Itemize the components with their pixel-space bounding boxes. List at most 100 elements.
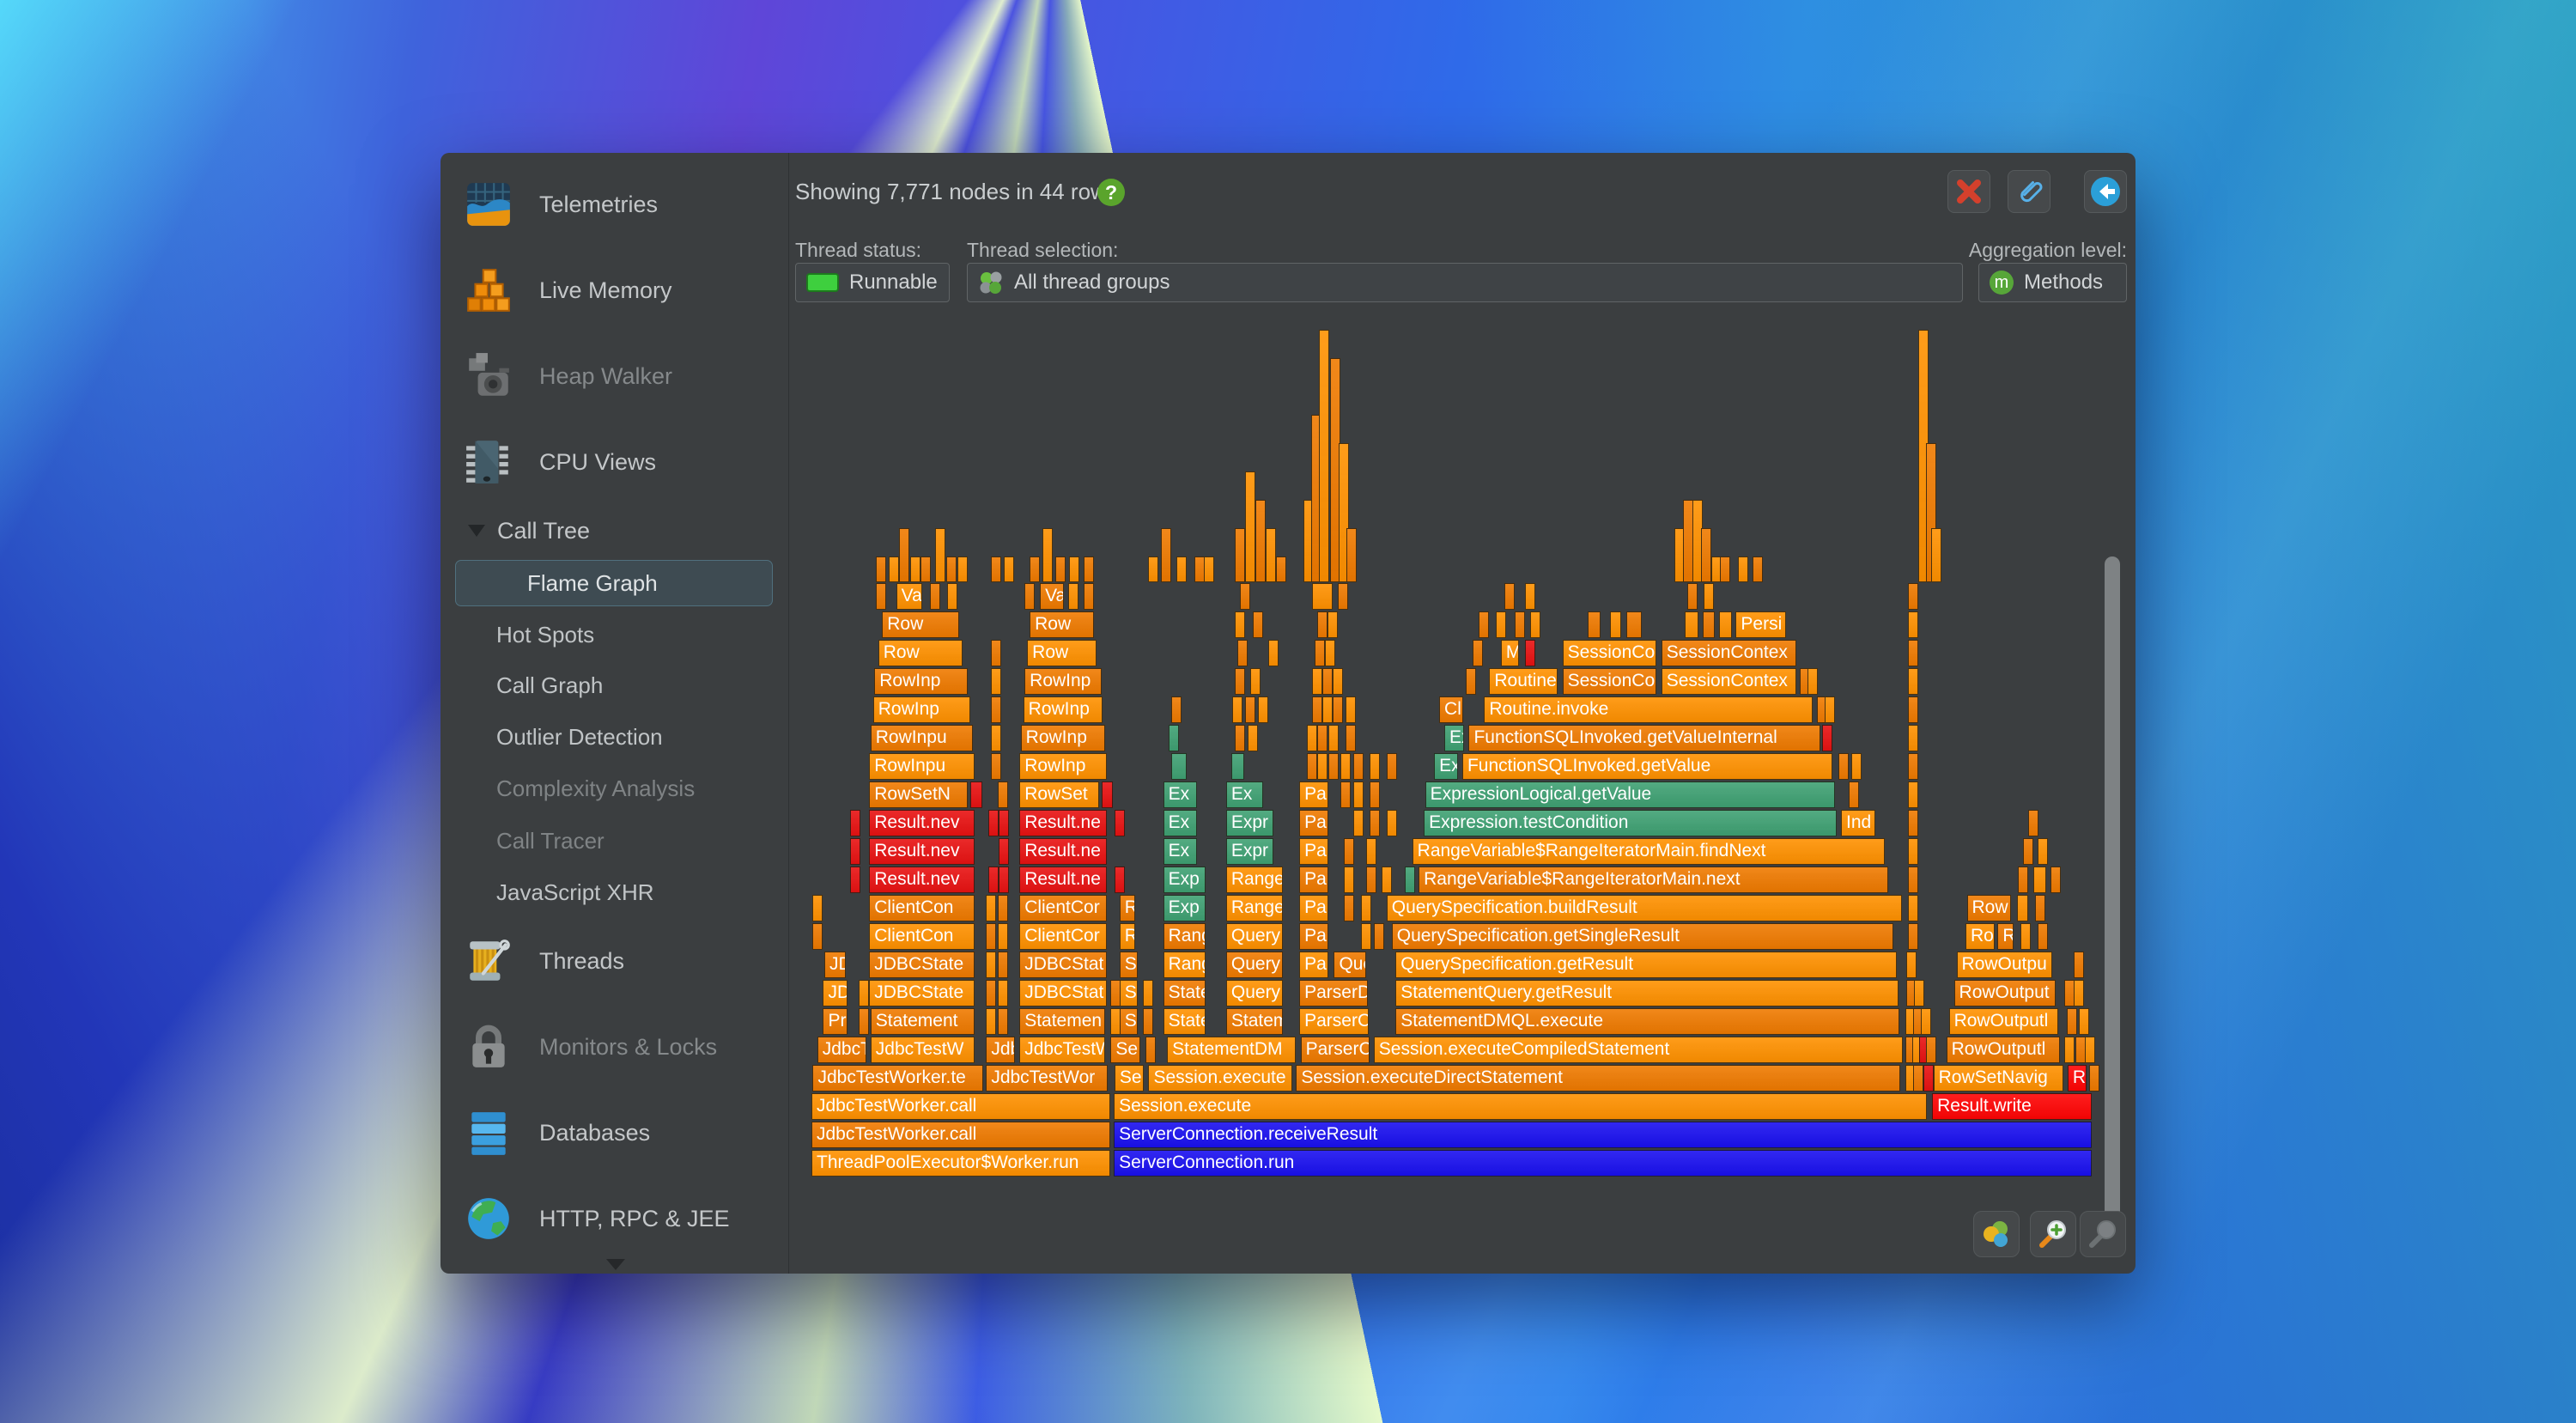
sidebar-subitem-call-tracer[interactable]: Call Tracer	[496, 824, 771, 858]
flame-node[interactable]: Routine	[1489, 668, 1557, 695]
flame-node[interactable]: RowOutputl	[1949, 1008, 2059, 1035]
flame-node[interactable]: Cl	[1439, 696, 1463, 723]
flame-node[interactable]: Ex	[1163, 810, 1198, 836]
flame-node[interactable]: ParserCo	[1299, 1008, 1369, 1035]
flame-node[interactable]: Ex	[1163, 838, 1198, 865]
flame-node[interactable]: JD	[824, 952, 846, 978]
flame-node[interactable]: ExpressionLogical.getValue	[1425, 781, 1835, 808]
flame-node[interactable]: Staten	[1163, 1008, 1206, 1035]
flame-node[interactable]: Expr	[1226, 838, 1273, 865]
flame-node[interactable]: SessionCo	[1563, 668, 1656, 695]
sidebar-item-databases[interactable]: Databases	[440, 1105, 788, 1160]
flame-node[interactable]: JDBCState	[869, 980, 975, 1006]
flame-node[interactable]: ClientCor	[1019, 923, 1107, 950]
flame-node[interactable]: RowSet	[1019, 781, 1099, 808]
flame-node[interactable]: RowInpu	[871, 725, 974, 751]
flame-node[interactable]: Result.nev	[869, 867, 975, 893]
flame-node[interactable]: ParserCo	[1301, 1037, 1370, 1063]
flame-node[interactable]: RowInp	[874, 668, 968, 695]
flame-node[interactable]: StatementDM	[1167, 1037, 1296, 1063]
flame-node[interactable]: Row	[1030, 611, 1094, 638]
flame-node[interactable]: RowInpu	[869, 753, 975, 780]
expander-icon[interactable]	[468, 525, 485, 537]
flame-node[interactable]: Pa	[1299, 867, 1328, 893]
sidebar-item-call-tree[interactable]: Call Tree	[440, 514, 788, 548]
flame-node[interactable]: Que	[1334, 952, 1365, 978]
flame-node[interactable]: Row	[1967, 895, 2012, 921]
flame-node[interactable]: Pa	[1299, 923, 1328, 950]
flame-node[interactable]: RowInp	[1024, 668, 1102, 695]
flame-node[interactable]: Row	[1027, 640, 1097, 666]
flame-node[interactable]: St	[1120, 1008, 1139, 1035]
flame-node[interactable]: Pa	[1299, 895, 1328, 921]
flame-node[interactable]: JdbcTestWorker.te	[812, 1065, 982, 1092]
flame-node[interactable]: Pr	[823, 1008, 847, 1035]
flame-node[interactable]: Exp	[1434, 753, 1458, 780]
flame-node[interactable]: SessionContex	[1662, 668, 1797, 695]
flame-node[interactable]: RowInp	[873, 696, 971, 723]
flame-node[interactable]: JD	[823, 980, 847, 1006]
flame-node[interactable]: ClientCon	[869, 895, 975, 921]
flame-node[interactable]: ParserD	[1299, 980, 1368, 1006]
flame-node[interactable]: Session.execute	[1148, 1065, 1291, 1092]
sidebar-subitem-complexity-analysis[interactable]: Complexity Analysis	[496, 771, 771, 806]
colorize-button[interactable]	[1973, 1211, 2020, 1257]
flame-node[interactable]: Result.nev	[869, 810, 975, 836]
flame-node[interactable]: RangeVariable$RangeIteratorMain.findNext	[1413, 838, 1885, 865]
flame-node[interactable]: Persi	[1735, 611, 1785, 638]
flame-node[interactable]: JDBCStat	[1019, 952, 1107, 978]
flame-node[interactable]: ServerConnection.receiveResult	[1114, 1122, 2092, 1148]
flame-node[interactable]: Se	[1115, 1065, 1144, 1092]
flame-node[interactable]: Pa	[1299, 781, 1328, 808]
flame-node[interactable]: ServerConnection.run	[1114, 1150, 2092, 1177]
zoom-in-button[interactable]	[2030, 1211, 2076, 1257]
flame-node[interactable]: Exp	[1163, 867, 1206, 893]
flame-node[interactable]: R	[1120, 923, 1136, 950]
flame-node[interactable]: QuerySpecification.buildResult	[1387, 895, 1902, 921]
aggregation-level-combo[interactable]: m Methods	[1978, 263, 2127, 302]
flame-node[interactable]: FunctionSQLInvoked.getValue	[1462, 753, 1832, 780]
flame-node[interactable]: Statement	[871, 1008, 975, 1035]
flame-node[interactable]: JdbcTestWor	[986, 1065, 1108, 1092]
sidebar-item-live-memory[interactable]: Live Memory	[440, 263, 788, 318]
sidebar-item-cpu-views[interactable]: CPU Views	[440, 435, 788, 490]
sidebar-subitem-outlier-detection[interactable]: Outlier Detection	[496, 720, 771, 754]
flame-node[interactable]: Statem	[1226, 1008, 1283, 1035]
sidebar-subitem-hot-spots[interactable]: Hot Spots	[496, 617, 771, 652]
sidebar-scroll-down-icon[interactable]	[606, 1259, 625, 1270]
flame-node[interactable]: Pa	[1299, 810, 1328, 836]
flame-node[interactable]: JdbcTestW	[871, 1037, 975, 1063]
flame-node[interactable]: RowSetNavig	[1934, 1065, 2063, 1092]
flame-node[interactable]: Query	[1226, 923, 1283, 950]
back-button[interactable]	[2084, 170, 2127, 213]
remove-marking-button[interactable]	[1947, 170, 1990, 213]
sidebar-item-http-rpc-jee[interactable]: HTTP, RPC & JEE	[440, 1191, 788, 1246]
flame-node[interactable]: QuerySpecification.getResult	[1395, 952, 1897, 978]
flame-node[interactable]: FunctionSQLInvoked.getValueInternal	[1468, 725, 1820, 751]
flame-node[interactable]: JdbcTestWorker.call	[811, 1122, 1110, 1148]
flame-node[interactable]: RowSetN	[869, 781, 968, 808]
flame-node[interactable]: Result.ne	[1019, 838, 1107, 865]
sidebar-subitem-flame-graph[interactable]: Flame Graph	[455, 560, 773, 606]
flame-node[interactable]: Pa	[1299, 952, 1328, 978]
flame-node[interactable]: Ex	[1226, 781, 1263, 808]
flame-node[interactable]: R	[1120, 895, 1136, 921]
sidebar-subitem-call-graph[interactable]: Call Graph	[496, 668, 771, 702]
flame-node[interactable]: Ex	[1444, 725, 1464, 751]
vertical-scrollbar[interactable]	[2105, 556, 2120, 1244]
flame-node[interactable]: R	[2068, 1065, 2087, 1092]
flame-node[interactable]: ClientCor	[1019, 895, 1107, 921]
flame-node[interactable]: Se	[1110, 1037, 1139, 1063]
flame-node[interactable]: JdbcTestW	[1019, 1037, 1105, 1063]
flame-graph[interactable]: ThreadPoolExecutor$Worker.runServerConne…	[811, 316, 2095, 1178]
flame-node[interactable]: JDBCState	[869, 952, 975, 978]
flame-node[interactable]: RangeVariable$RangeIteratorMain.next	[1419, 867, 1887, 893]
flame-node[interactable]: Va	[896, 583, 922, 610]
flame-node[interactable]: Session.executeCompiledStatement	[1374, 1037, 1904, 1063]
flame-node[interactable]: Expr	[1226, 810, 1273, 836]
flame-node[interactable]: M	[1501, 640, 1520, 666]
flame-node[interactable]: St	[1120, 952, 1139, 978]
sidebar-subitem-javascript-xhr[interactable]: JavaScript XHR	[496, 875, 771, 909]
zoom-out-button[interactable]	[2080, 1211, 2126, 1257]
flame-node[interactable]: Row	[882, 611, 959, 638]
